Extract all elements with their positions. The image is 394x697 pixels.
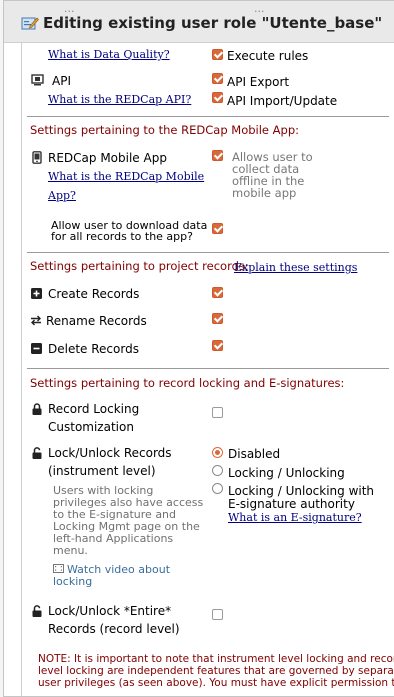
divider bbox=[27, 368, 389, 369]
locking-info-text-6: menu. bbox=[53, 544, 88, 557]
radio-locking-unlocking[interactable] bbox=[212, 465, 223, 476]
unlock-icon bbox=[32, 605, 42, 617]
explain-settings-link[interactable]: Explain these settings bbox=[234, 261, 357, 274]
data-quality-help-link[interactable]: What is Data Quality? bbox=[48, 48, 170, 61]
minus-square-icon bbox=[31, 343, 42, 354]
create-records-label: Create Records bbox=[48, 287, 140, 301]
divider bbox=[27, 252, 389, 253]
dialog-titlebar[interactable]: ... ... Editing existing user role "Uten… bbox=[4, 1, 394, 43]
locking-note-line-3: user privileges (as seen above). You mus… bbox=[38, 677, 394, 689]
dialog-content: What is Data Quality? Execute rules API … bbox=[21, 43, 394, 696]
computer-icon bbox=[31, 74, 44, 86]
radio-locking-esignature-label-1: Locking / Unlocking with bbox=[228, 484, 375, 498]
rename-records-label: Rename Records bbox=[46, 314, 147, 328]
mobile-section-heading: Settings pertaining to the REDCap Mobile… bbox=[30, 123, 299, 137]
edit-user-role-icon bbox=[21, 17, 39, 30]
radio-locking-esignature[interactable] bbox=[212, 483, 223, 494]
watch-video-link-2[interactable]: locking bbox=[53, 575, 92, 588]
lock-unlock-records-label-1: Lock/Unlock Records bbox=[48, 446, 172, 460]
radio-locking-unlocking-label: Locking / Unlocking bbox=[228, 466, 345, 480]
api-export-checkbox[interactable] bbox=[212, 73, 223, 84]
lock-entire-records-label-2: Records (record level) bbox=[48, 622, 180, 636]
lock-entire-records-label-1: Lock/Unlock *Entire* bbox=[48, 604, 172, 618]
unlock-icon bbox=[32, 447, 42, 459]
edit-role-dialog: ... ... Editing existing user role "Uten… bbox=[3, 0, 394, 697]
records-section-heading: Settings pertaining to project records: bbox=[30, 259, 249, 273]
create-records-checkbox[interactable] bbox=[212, 287, 223, 298]
mobile-app-help-link-line2[interactable]: App? bbox=[48, 189, 76, 202]
api-label: API bbox=[52, 74, 71, 88]
lock-unlock-records-label-2: (instrument level) bbox=[48, 464, 156, 478]
locking-section-heading: Settings pertaining to record locking an… bbox=[30, 376, 345, 390]
api-import-checkbox[interactable] bbox=[212, 92, 223, 103]
api-help-link[interactable]: What is the REDCap API? bbox=[48, 93, 191, 106]
record-locking-customization-checkbox[interactable] bbox=[212, 407, 223, 418]
delete-records-checkbox[interactable] bbox=[212, 340, 223, 351]
locking-note-line-1: NOTE: It is important to note that instr… bbox=[38, 653, 394, 665]
dialog-title: Editing existing user role "Utente_base" bbox=[43, 14, 383, 32]
mobile-app-help-link-line1[interactable]: What is the REDCap Mobile bbox=[48, 170, 204, 183]
film-icon bbox=[53, 564, 64, 573]
exchange-arrows-icon bbox=[31, 315, 41, 326]
esignature-help-link[interactable]: What is an E-signature? bbox=[228, 511, 362, 524]
divider bbox=[27, 116, 389, 117]
radio-disabled-label: Disabled bbox=[228, 447, 281, 461]
record-locking-customization-label-1: Record Locking bbox=[48, 402, 140, 416]
mobile-phone-icon bbox=[32, 151, 42, 164]
api-import-label: API Import/Update bbox=[227, 94, 338, 108]
record-locking-customization-label-2: Customization bbox=[48, 420, 134, 434]
execute-rules-checkbox[interactable] bbox=[212, 49, 223, 60]
rename-records-checkbox[interactable] bbox=[212, 313, 223, 324]
delete-records-label: Delete Records bbox=[48, 342, 139, 356]
api-export-label: API Export bbox=[227, 75, 290, 89]
execute-rules-label: Execute rules bbox=[227, 49, 309, 63]
lock-entire-records-checkbox[interactable] bbox=[212, 609, 223, 620]
mobile-app-label: REDCap Mobile App bbox=[48, 151, 167, 165]
download-data-text-2: for all records to the app? bbox=[51, 230, 193, 243]
radio-locking-esignature-label-2: E-signature authority bbox=[228, 497, 355, 511]
lock-icon bbox=[32, 403, 42, 415]
mobile-offline-checkbox[interactable] bbox=[212, 150, 223, 161]
radio-disabled[interactable] bbox=[212, 447, 223, 458]
download-data-checkbox[interactable] bbox=[212, 223, 223, 234]
locking-note-line-2: level locking are independent features t… bbox=[38, 665, 394, 677]
mobile-offline-text-4: mobile app bbox=[232, 186, 297, 200]
plus-square-icon bbox=[31, 288, 42, 299]
